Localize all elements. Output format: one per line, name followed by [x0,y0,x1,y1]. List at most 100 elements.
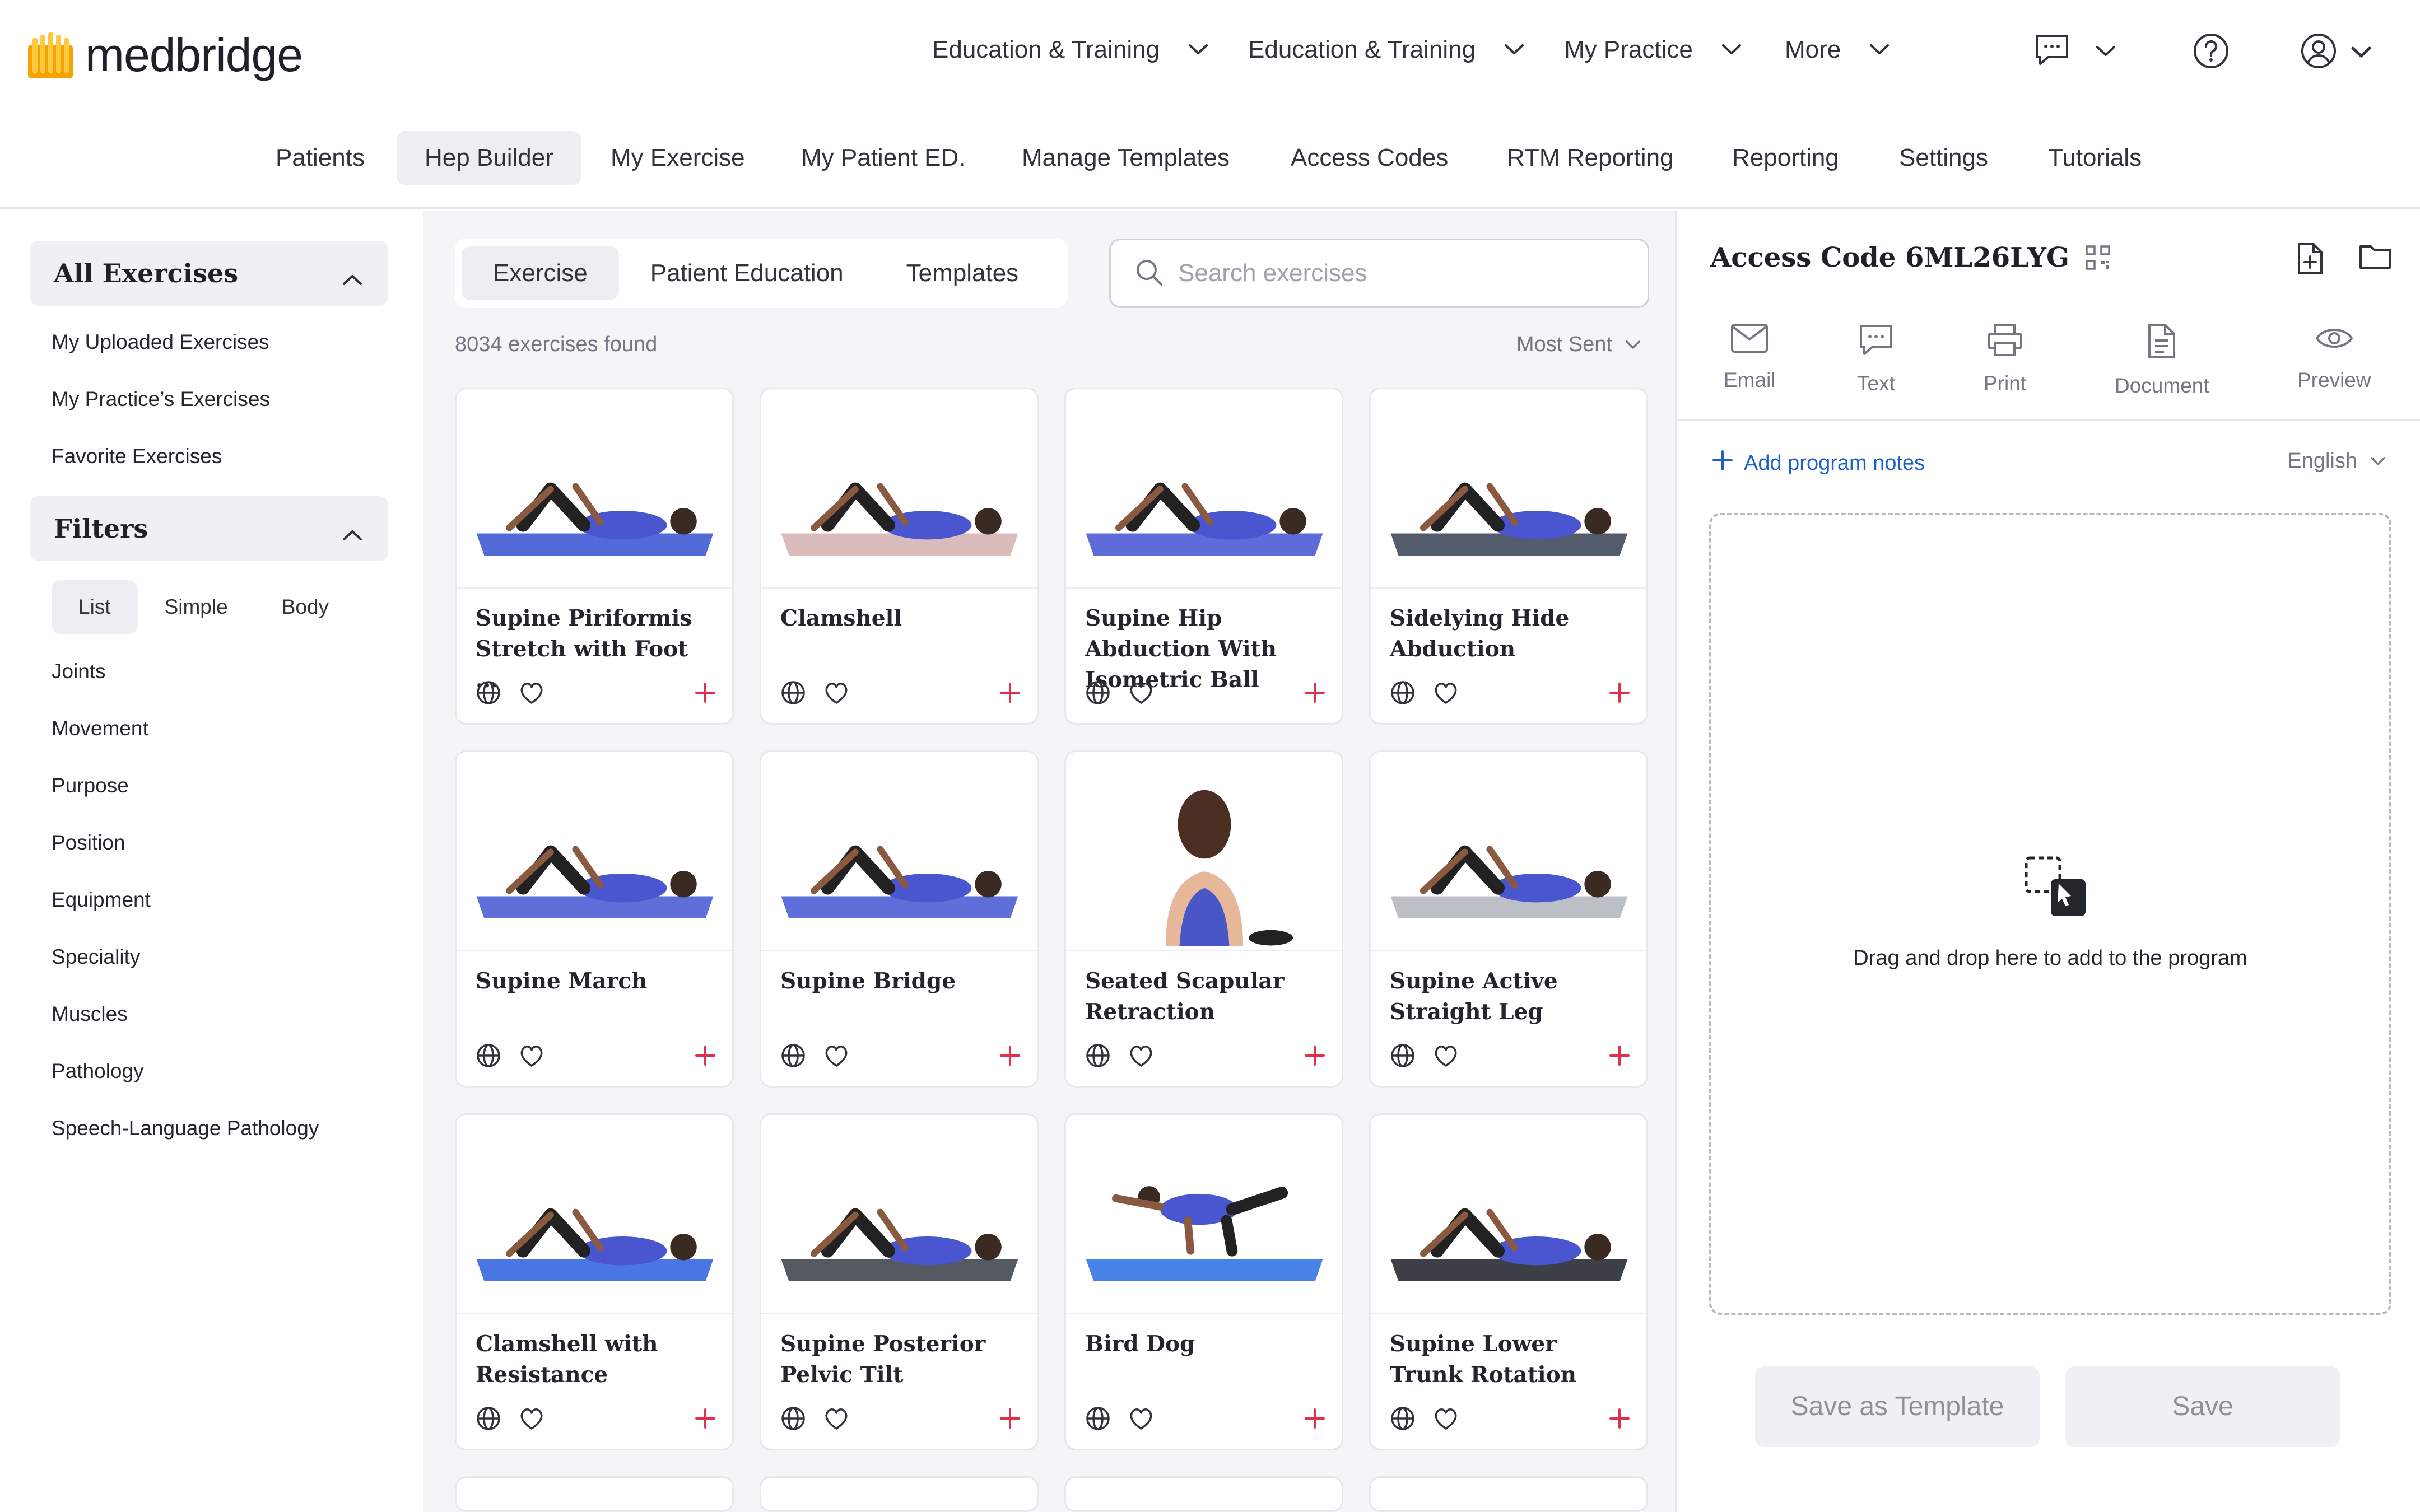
filter-movement[interactable]: Movement [52,717,148,740]
globe-icon[interactable] [1390,680,1416,706]
filter-purpose[interactable]: Purpose [52,774,129,797]
globe-icon[interactable] [476,1406,501,1431]
filter-position[interactable]: Position [52,831,125,855]
exercise-card-partial[interactable] [1064,1476,1343,1512]
add-to-program-plus-icon[interactable] [999,682,1021,704]
filter-muscles[interactable]: Muscles [52,1002,128,1026]
exercise-card[interactable]: Sidelying Hide Abduction [1369,388,1648,725]
heart-icon[interactable] [1128,1043,1155,1068]
heart-icon[interactable] [518,680,545,705]
add-to-program-plus-icon[interactable] [999,1044,1021,1067]
share-text-button[interactable]: Text [1857,323,1895,395]
globe-icon[interactable] [1390,1043,1416,1068]
add-to-program-plus-icon[interactable] [694,1044,716,1067]
add-to-program-plus-icon[interactable] [1608,1407,1631,1430]
subnav-tutorials[interactable]: Tutorials [2020,131,2170,185]
subnav-reporting[interactable]: Reporting [1704,131,1867,185]
exercise-card[interactable]: Supine Posterior Pelvic Tilt [760,1113,1039,1450]
view-list-button[interactable]: List [52,580,138,634]
topnav-more[interactable]: More [1785,36,1890,64]
heart-icon[interactable] [1128,680,1155,705]
tab-exercise[interactable]: Exercise [462,246,619,300]
exercise-card[interactable]: Supine March [455,750,734,1088]
share-email-button[interactable]: Email [1724,323,1776,392]
link-my-uploaded-exercises[interactable]: My Uploaded Exercises [52,330,269,354]
add-to-program-plus-icon[interactable] [1304,1044,1326,1067]
filter-joints[interactable]: Joints [52,660,106,683]
add-to-program-plus-icon[interactable] [694,1407,716,1430]
globe-icon[interactable] [780,680,806,706]
account-menu[interactable] [2300,32,2372,72]
heart-icon[interactable] [823,680,850,705]
heart-icon[interactable] [518,1406,545,1431]
exercise-card[interactable]: Supine Bridge [760,750,1039,1088]
heart-icon[interactable] [1432,680,1459,705]
add-to-program-plus-icon[interactable] [999,1407,1021,1430]
exercise-card[interactable]: Supine Hip Abduction With Isometric Ball [1064,388,1343,725]
folder-icon[interactable] [2358,242,2392,276]
tab-patient-education[interactable]: Patient Education [619,246,875,300]
subnav-my-exercise[interactable]: My Exercise [583,131,773,185]
link-favorite-exercises[interactable]: Favorite Exercises [52,445,222,468]
globe-icon[interactable] [1085,1043,1111,1068]
save-button[interactable]: Save [2065,1366,2340,1447]
exercise-card-partial[interactable] [1369,1476,1648,1512]
help-button[interactable] [2193,32,2230,72]
filter-pathology[interactable]: Pathology [52,1060,144,1083]
exercise-card[interactable]: Supine Lower Trunk Rotation [1369,1113,1648,1450]
filter-equipment[interactable]: Equipment [52,888,151,912]
language-select[interactable]: English [2287,449,2386,473]
new-document-icon[interactable] [2296,242,2325,276]
heart-icon[interactable] [823,1406,850,1431]
filter-speciality[interactable]: Speciality [52,945,140,969]
exercise-card[interactable]: Clamshell with Resistance [455,1113,734,1450]
exercise-card[interactable]: Clamshell [760,388,1039,725]
globe-icon[interactable] [1085,680,1111,706]
filter-speech-language-pathology[interactable]: Speech-Language Pathology [52,1117,319,1140]
subnav-settings[interactable]: Settings [1871,131,2016,185]
program-dropzone[interactable]: Drag and drop here to add to the program [1709,513,2391,1315]
messages-menu[interactable] [2033,32,2116,70]
heart-icon[interactable] [1128,1406,1155,1431]
subnav-patients[interactable]: Patients [248,131,393,185]
globe-icon[interactable] [1085,1406,1111,1431]
all-exercises-header[interactable]: All Exercises [30,241,388,306]
search-box[interactable] [1109,239,1649,308]
subnav-my-patient-ed[interactable]: My Patient ED. [773,131,993,185]
tab-templates[interactable]: Templates [875,246,1050,300]
add-to-program-plus-icon[interactable] [1304,1407,1326,1430]
share-preview-button[interactable]: Preview [2297,323,2371,392]
topnav-my-practice[interactable]: My Practice [1564,36,1742,64]
subnav-rtm-reporting[interactable]: RTM Reporting [1479,131,1702,185]
topnav-education-training-2[interactable]: Education & Training [1248,36,1525,64]
exercise-card[interactable]: Bird Dog [1064,1113,1343,1450]
exercise-card[interactable]: Seated Scapular Retraction [1064,750,1343,1088]
heart-icon[interactable] [1432,1406,1459,1431]
globe-icon[interactable] [476,680,501,706]
subnav-hep-builder[interactable]: Hep Builder [397,131,581,185]
link-my-practice-exercises[interactable]: My Practice’s Exercises [52,388,270,411]
globe-icon[interactable] [780,1043,806,1068]
filters-header[interactable]: Filters [30,496,388,561]
brand-logo[interactable]: medbridge [28,28,303,82]
add-to-program-plus-icon[interactable] [1608,682,1631,704]
globe-icon[interactable] [780,1406,806,1431]
exercise-card-partial[interactable] [455,1476,734,1512]
view-body-button[interactable]: Body [255,580,356,634]
view-simple-button[interactable]: Simple [138,580,255,634]
heart-icon[interactable] [518,1043,545,1068]
exercise-card[interactable]: Supine Active Straight Leg [1369,750,1648,1088]
qr-code-icon[interactable] [2085,245,2111,270]
exercise-card[interactable]: Supine Piriformis Stretch with Foot ... [455,388,734,725]
share-print-button[interactable]: Print [1984,323,2026,395]
save-as-template-button[interactable]: Save as Template [1755,1366,2040,1447]
globe-icon[interactable] [476,1043,501,1068]
subnav-access-codes[interactable]: Access Codes [1263,131,1476,185]
topnav-education-training[interactable]: Education & Training [932,36,1209,64]
search-input[interactable] [1178,259,1637,287]
add-to-program-plus-icon[interactable] [1608,1044,1631,1067]
exercise-card-partial[interactable] [760,1476,1039,1512]
add-to-program-plus-icon[interactable] [694,682,716,704]
subnav-manage-templates[interactable]: Manage Templates [994,131,1258,185]
share-document-button[interactable]: Document [2115,323,2209,398]
